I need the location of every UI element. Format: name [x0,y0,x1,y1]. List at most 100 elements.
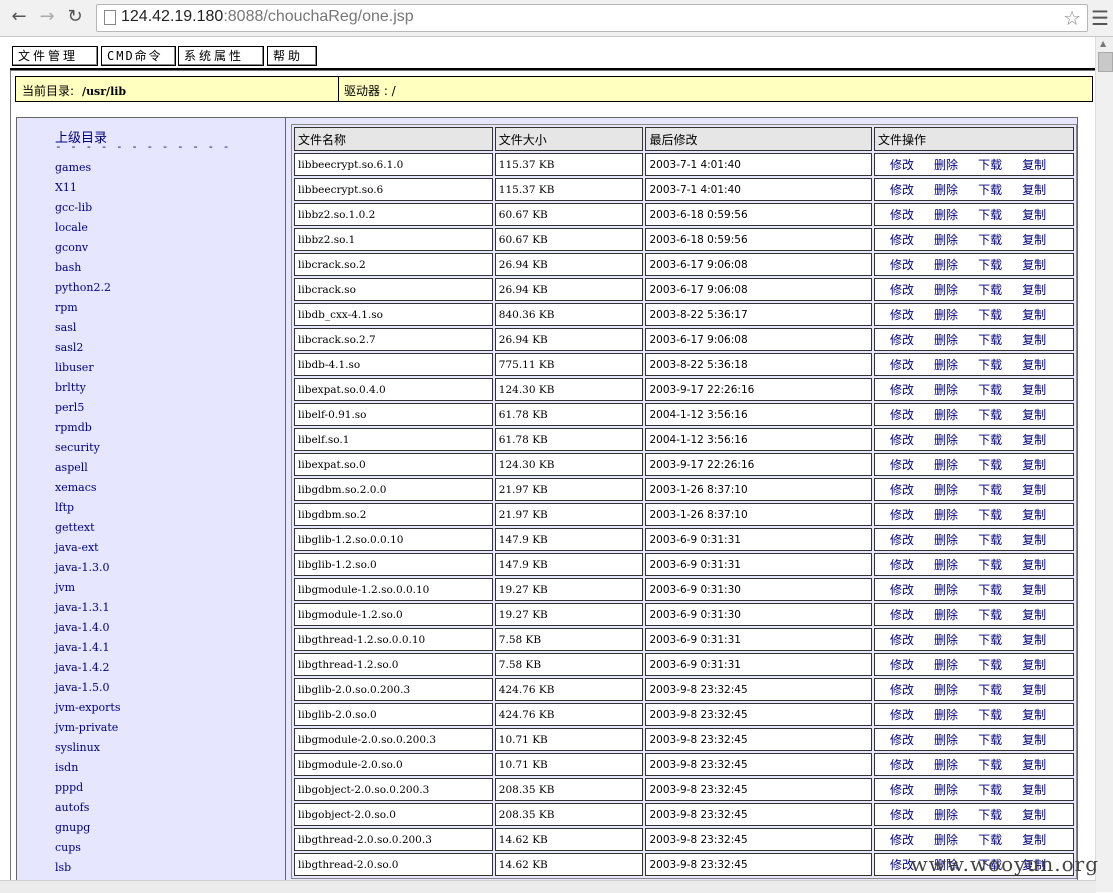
copy-link[interactable]: 复制 [1022,181,1046,198]
download-link[interactable]: 下载 [978,231,1002,248]
copy-link[interactable]: 复制 [1022,581,1046,598]
directory-link[interactable]: locale [55,221,120,241]
directory-link[interactable]: perl5 [55,401,120,421]
copy-link[interactable]: 复制 [1022,756,1046,773]
edit-link[interactable]: 修改 [890,656,914,673]
back-icon[interactable]: ← [8,6,30,28]
download-link[interactable]: 下载 [978,781,1002,798]
download-link[interactable]: 下载 [978,156,1002,173]
delete-link[interactable]: 删除 [934,406,958,423]
delete-link[interactable]: 删除 [934,556,958,573]
delete-link[interactable]: 删除 [934,306,958,323]
horizontal-scrollbar[interactable] [0,880,1096,893]
edit-link[interactable]: 修改 [890,281,914,298]
copy-link[interactable]: 复制 [1022,706,1046,723]
tab-cmd[interactable]: CMD命令 [101,46,176,66]
copy-link[interactable]: 复制 [1022,306,1046,323]
edit-link[interactable]: 修改 [890,331,914,348]
delete-link[interactable]: 删除 [934,606,958,623]
download-link[interactable]: 下载 [978,581,1002,598]
delete-link[interactable]: 删除 [934,781,958,798]
edit-link[interactable]: 修改 [890,806,914,823]
edit-link[interactable]: 修改 [890,681,914,698]
directory-link[interactable]: security [55,441,120,461]
reload-icon[interactable]: ↻ [64,6,86,28]
copy-link[interactable]: 复制 [1022,331,1046,348]
directory-link[interactable]: X11 [55,181,120,201]
delete-link[interactable]: 删除 [934,631,958,648]
copy-link[interactable]: 复制 [1022,656,1046,673]
download-link[interactable]: 下载 [978,806,1002,823]
edit-link[interactable]: 修改 [890,581,914,598]
download-link[interactable]: 下载 [978,681,1002,698]
edit-link[interactable]: 修改 [890,481,914,498]
delete-link[interactable]: 删除 [934,481,958,498]
directory-link[interactable]: pppd [55,781,120,801]
copy-link[interactable]: 复制 [1022,206,1046,223]
directory-link[interactable]: bash [55,261,120,281]
forward-icon[interactable]: → [36,6,58,28]
copy-link[interactable]: 复制 [1022,356,1046,373]
delete-link[interactable]: 删除 [934,731,958,748]
delete-link[interactable]: 删除 [934,256,958,273]
star-icon[interactable]: ☆ [1063,6,1081,30]
download-link[interactable]: 下载 [978,706,1002,723]
delete-link[interactable]: 删除 [934,656,958,673]
directory-link[interactable]: jvm-private [55,721,120,741]
edit-link[interactable]: 修改 [890,256,914,273]
directory-link[interactable]: java-1.5.0 [55,681,120,701]
delete-link[interactable]: 删除 [934,156,958,173]
edit-link[interactable]: 修改 [890,406,914,423]
directory-link[interactable]: gettext [55,521,120,541]
delete-link[interactable]: 删除 [934,831,958,848]
edit-link[interactable]: 修改 [890,456,914,473]
directory-link[interactable]: jvm [55,581,120,601]
directory-link[interactable]: java-1.4.0 [55,621,120,641]
tab-help[interactable]: 帮助 [267,46,317,66]
directory-link[interactable]: games [55,161,120,181]
directory-link[interactable]: java-1.4.1 [55,641,120,661]
delete-link[interactable]: 删除 [934,806,958,823]
copy-link[interactable]: 复制 [1022,531,1046,548]
edit-link[interactable]: 修改 [890,356,914,373]
copy-link[interactable]: 复制 [1022,156,1046,173]
directory-link[interactable]: rpm [55,301,120,321]
edit-link[interactable]: 修改 [890,756,914,773]
delete-link[interactable]: 删除 [934,506,958,523]
download-link[interactable]: 下载 [978,431,1002,448]
edit-link[interactable]: 修改 [890,831,914,848]
copy-link[interactable]: 复制 [1022,381,1046,398]
copy-link[interactable]: 复制 [1022,606,1046,623]
edit-link[interactable]: 修改 [890,781,914,798]
directory-link[interactable]: xemacs [55,481,120,501]
edit-link[interactable]: 修改 [890,531,914,548]
delete-link[interactable]: 删除 [934,331,958,348]
scroll-thumb[interactable] [1098,52,1113,72]
directory-link[interactable]: java-1.4.2 [55,661,120,681]
download-link[interactable]: 下载 [978,631,1002,648]
download-link[interactable]: 下载 [978,456,1002,473]
edit-link[interactable]: 修改 [890,556,914,573]
directory-link[interactable]: gconv [55,241,120,261]
download-link[interactable]: 下载 [978,256,1002,273]
edit-link[interactable]: 修改 [890,631,914,648]
download-link[interactable]: 下载 [978,556,1002,573]
delete-link[interactable]: 删除 [934,206,958,223]
download-link[interactable]: 下载 [978,606,1002,623]
delete-link[interactable]: 删除 [934,706,958,723]
edit-link[interactable]: 修改 [890,156,914,173]
directory-link[interactable]: sasl2 [55,341,120,361]
download-link[interactable]: 下载 [978,281,1002,298]
copy-link[interactable]: 复制 [1022,231,1046,248]
download-link[interactable]: 下载 [978,731,1002,748]
download-link[interactable]: 下载 [978,831,1002,848]
tab-file-management[interactable]: 文件管理 [12,46,98,66]
delete-link[interactable]: 删除 [934,681,958,698]
copy-link[interactable]: 复制 [1022,831,1046,848]
directory-link[interactable]: lsb [55,861,120,881]
directory-link[interactable]: java-1.3.0 [55,561,120,581]
delete-link[interactable]: 删除 [934,431,958,448]
directory-link[interactable]: jvm-exports [55,701,120,721]
delete-link[interactable]: 删除 [934,231,958,248]
directory-link[interactable]: gnupg [55,821,120,841]
